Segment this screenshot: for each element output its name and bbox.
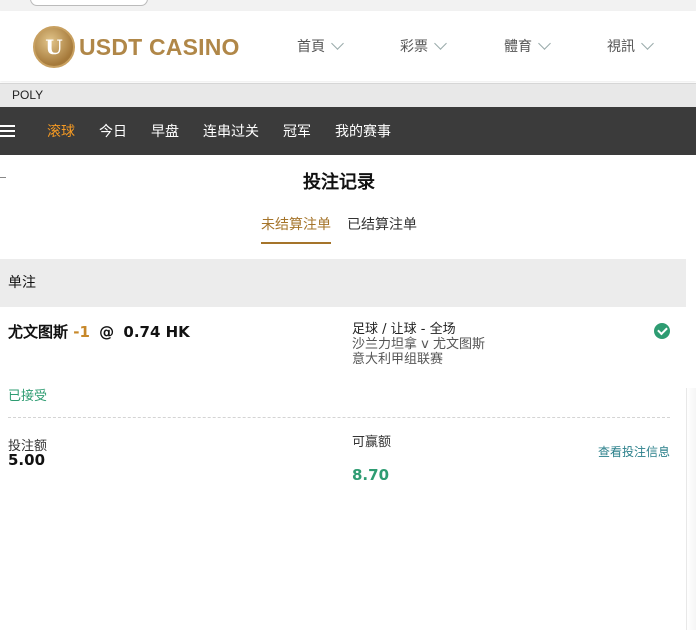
logo-coin-icon: U [33, 26, 75, 68]
potential-win-label: 可赢额 [352, 435, 392, 450]
bet-card: 尤文图斯 -1 @ 0.74 HK 足球 / 让球 - 全场 沙兰力坦拿 v 尤… [0, 307, 686, 607]
section-single-bet: 单注 [0, 259, 686, 307]
odds-value: 0.74 HK [123, 323, 190, 341]
page-title: 投注记录 [303, 172, 375, 193]
sport-tab-bar: 滚球 今日 早盘 连串过关 冠军 我的赛事 [0, 107, 696, 155]
tab-outright[interactable]: 冠军 [283, 121, 311, 141]
chevron-down-icon [538, 37, 551, 50]
chevron-down-icon [331, 37, 344, 50]
site-header: U USDT CASINO 首頁 彩票 體育 視訊 [0, 11, 696, 81]
tab-parlay[interactable]: 连串过关 [203, 121, 259, 141]
hamburger-menu-icon[interactable] [0, 125, 15, 137]
tab-live[interactable]: 滚球 [47, 121, 75, 141]
dashed-divider [8, 417, 670, 418]
tab-today[interactable]: 今日 [99, 121, 127, 141]
potential-win-value: 8.70 [352, 466, 390, 484]
logo-text: USDT CASINO [79, 33, 240, 60]
bet-selection: 尤文图斯 -1 @ 0.74 HK [8, 321, 190, 342]
check-circle-icon [654, 323, 670, 339]
handicap-value: -1 [73, 323, 90, 341]
stake-value: 5.00 [8, 451, 46, 469]
league-name: 意大利甲组联赛 [352, 352, 444, 367]
side-panel-edge [686, 388, 696, 630]
tab-early[interactable]: 早盘 [151, 121, 179, 141]
market-info: 足球 / 让球 - 全场 沙兰力坦拿 v 尤文图斯 意大利甲组联赛 [352, 322, 485, 367]
subtab-settled[interactable]: 已结算注单 [347, 214, 417, 244]
nav-item-lottery[interactable]: 彩票 [400, 36, 447, 56]
tab-my-events[interactable]: 我的赛事 [335, 121, 391, 141]
view-bet-info-link[interactable]: 查看投注信息 [598, 443, 670, 460]
bet-record-subtabs: 未结算注单 已结算注单 [261, 214, 417, 244]
logo[interactable]: U USDT CASINO [33, 25, 240, 69]
status-accepted: 已接受 [8, 389, 48, 404]
selection-team: 尤文图斯 [8, 323, 69, 341]
market-type: 足球 / 让球 - 全场 [352, 322, 456, 337]
nav-item-sports[interactable]: 體育 [504, 36, 551, 56]
top-pill [30, 0, 148, 6]
at-symbol: @ [99, 323, 115, 341]
chevron-down-icon [641, 37, 654, 50]
match-teams: 沙兰力坦拿 v 尤文图斯 [352, 337, 485, 352]
browser-top-strip [0, 0, 696, 11]
nav-item-home[interactable]: 首頁 [297, 36, 344, 56]
chevron-down-icon [434, 37, 447, 50]
nav-item-live-video[interactable]: 視訊 [607, 36, 654, 56]
subtab-unsettled[interactable]: 未结算注单 [261, 214, 331, 244]
provider-bar: POLY [0, 83, 696, 107]
